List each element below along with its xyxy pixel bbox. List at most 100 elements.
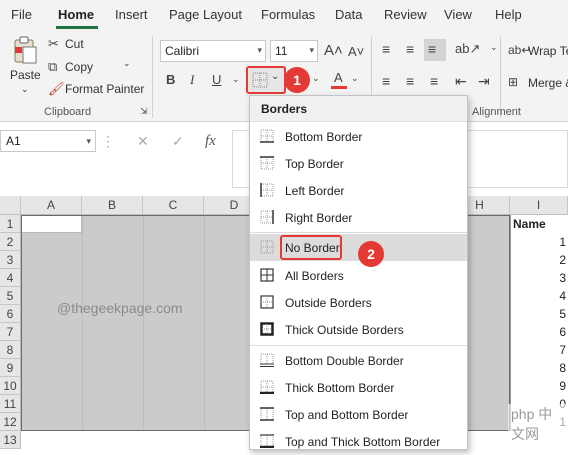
shrink-font-icon[interactable]: A˅ [348,45,364,58]
cell-i6[interactable]: 5 [512,305,568,323]
cell-i9[interactable]: 8 [512,359,568,377]
menu-item-top-and-bottom-border[interactable]: Top and Bottom Border [250,401,467,428]
merge-button[interactable]: ⊞ Merge & [508,74,568,92]
cell-i4[interactable]: 3 [512,269,568,287]
menu-item-bottom-double-border[interactable]: Bottom Double Border [250,347,467,374]
orientation-dropdown-icon[interactable]: ⌄ [490,43,498,52]
tab-formulas[interactable]: Formulas [261,7,315,22]
italic-button[interactable]: I [190,73,194,86]
tab-home[interactable]: Home [58,7,94,22]
cut-label: Cut [65,37,84,51]
menu-item-right-border[interactable]: Right Border [250,204,467,231]
tab-help[interactable]: Help [495,7,522,22]
fill-dropdown-icon[interactable]: ⌄ [312,74,320,83]
scissors-icon: ✂ [48,36,59,51]
row-header-13[interactable]: 13 [0,431,21,449]
copy-button[interactable]: ⧉ Copy ⌄ [48,58,131,76]
row-header-3[interactable]: 3 [0,251,21,269]
menu-item-label: Left Border [285,184,345,198]
row-header-10[interactable]: 10 [0,377,21,395]
decrease-indent-icon[interactable]: ⇤ [455,74,467,88]
row-header-2[interactable]: 2 [0,233,21,251]
orientation-icon[interactable]: ab↗ [455,42,480,55]
wrap-text-button[interactable]: ab↵ Wrap Te [508,42,568,60]
menu-item-top-and-thick-bottom-border[interactable]: Top and Thick Bottom Border [250,428,467,455]
cell-i3[interactable]: 2 [512,251,568,269]
bold-button[interactable]: B [166,73,175,86]
cell-i1[interactable]: Name [512,215,568,233]
cell-i2[interactable]: 1 [512,233,568,251]
format-painter-button[interactable]: 🖌 Format Painter [48,80,148,98]
menu-item-all-borders[interactable]: All Borders [250,262,467,289]
row-header-7[interactable]: 7 [0,323,21,341]
menu-item-bottom-border[interactable]: Bottom Border [250,123,467,150]
menu-item-label: Bottom Border [285,130,363,144]
align-bottom-button[interactable]: ≡ [424,39,446,61]
font-color-dropdown-icon[interactable]: ⌄ [351,74,359,83]
menu-separator [250,232,467,233]
tab-page-layout[interactable]: Page Layout [169,7,242,22]
cut-button[interactable]: ✂ Cut [48,35,108,53]
menu-item-outside-borders[interactable]: Outside Borders [250,289,467,316]
align-center-icon[interactable]: ≡ [406,74,414,88]
tab-insert[interactable]: Insert [115,7,148,22]
tab-data[interactable]: Data [335,7,362,22]
copy-dropdown-icon[interactable]: ⌄ [123,58,131,69]
menu-item-top-border[interactable]: Top Border [250,150,467,177]
underline-button[interactable]: U [212,73,221,86]
borders-dropdown-menu: Borders Bottom Border Top Border Left Bo… [249,95,468,450]
bottom-border-icon [260,129,274,143]
underline-dropdown-icon[interactable]: ⌄ [232,75,240,84]
alignment-group-label: Alignment [472,106,521,118]
menu-item-label: All Borders [285,269,344,283]
tab-view[interactable]: View [444,7,472,22]
cell-i10[interactable]: 9 [512,377,568,395]
menu-item-label: Top Border [285,157,344,171]
cell-i7[interactable]: 6 [512,323,568,341]
grow-font-icon[interactable]: A˄ [324,43,343,58]
column-header-i[interactable]: I [510,196,568,215]
dropdown-header: Borders [250,96,467,122]
font-color-button[interactable]: A [331,71,347,91]
row-header-8[interactable]: 8 [0,341,21,359]
column-header-c[interactable]: C [143,196,204,215]
row-header-1[interactable]: 1 [0,215,21,233]
name-box[interactable]: A1 ▾ [0,130,96,152]
menu-item-thick-bottom-border[interactable]: Thick Bottom Border [250,374,467,401]
align-top-icon[interactable]: ≡ [382,42,390,56]
enter-icon[interactable]: ✓ [172,134,184,148]
menu-item-thick-outside-borders[interactable]: Thick Outside Borders [250,316,467,343]
menu-item-label: Right Border [285,211,353,225]
increase-indent-icon[interactable]: ⇥ [478,74,490,88]
select-all-corner[interactable] [0,196,21,215]
format-painter-label: Format Painter [65,82,145,96]
top-and-thick-bottom-border-icon [260,434,274,448]
cancel-icon[interactable]: ✕ [137,134,149,148]
row-header-5[interactable]: 5 [0,287,21,305]
column-header-a[interactable]: A [21,196,82,215]
row-header-4[interactable]: 4 [0,269,21,287]
row-header-9[interactable]: 9 [0,359,21,377]
clipboard-launcher-icon[interactable]: ⇲ [140,107,148,116]
tab-file[interactable]: File [11,7,32,22]
align-middle-icon[interactable]: ≡ [406,42,414,56]
menu-item-left-border[interactable]: Left Border [250,177,467,204]
align-left-icon[interactable]: ≡ [382,74,390,88]
tab-review[interactable]: Review [384,7,427,22]
highlight-box-2 [280,235,342,260]
align-right-icon[interactable]: ≡ [430,74,438,88]
column-header-b[interactable]: B [82,196,143,215]
row-header-6[interactable]: 6 [0,305,21,323]
row-header-11[interactable]: 11 [0,395,21,413]
fx-icon[interactable]: fx [205,134,216,149]
no-border-icon [260,240,274,254]
cell-i8[interactable]: 7 [512,341,568,359]
font-name-combo[interactable]: Calibri ▾ [160,40,266,62]
cell-i5[interactable]: 4 [512,287,568,305]
font-size-combo[interactable]: 11 ▾ [270,40,318,62]
right-border-icon [260,210,274,224]
paste-button[interactable]: Paste ⌄ [8,34,42,98]
menu-separator [250,345,467,346]
paste-dropdown-icon[interactable]: ⌄ [21,84,29,95]
row-header-12[interactable]: 12 [0,413,21,431]
